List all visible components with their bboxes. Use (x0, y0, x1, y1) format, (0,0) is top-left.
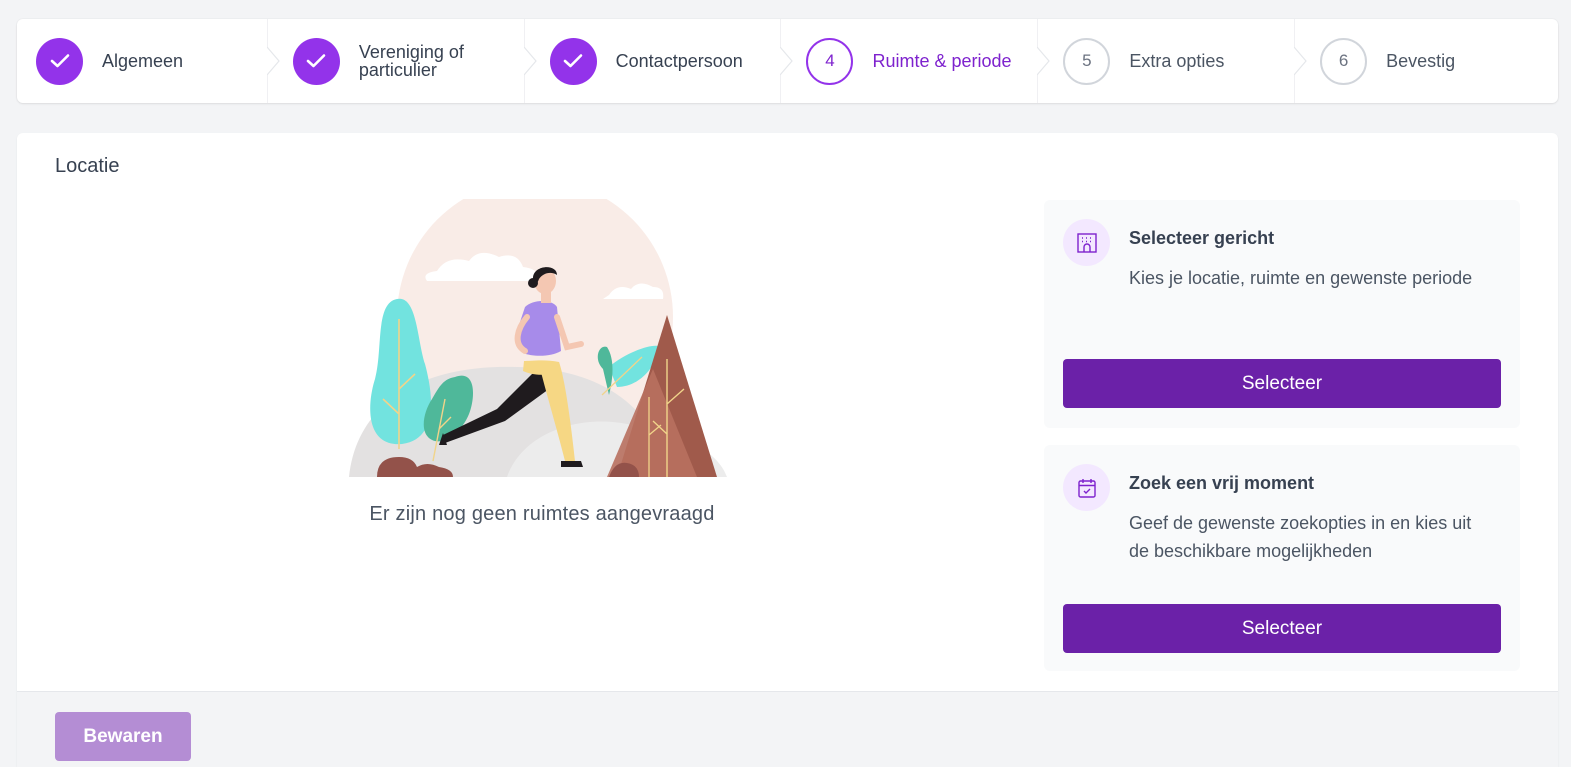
panel-title: Selecteer gericht (1129, 228, 1275, 248)
empty-state-illustration (349, 199, 727, 477)
select-direct-panel: Selecteer gericht Kies je locatie, ruimt… (1044, 200, 1520, 428)
calendar-check-icon (1063, 464, 1110, 511)
check-icon (292, 37, 340, 85)
card-title: Locatie (55, 155, 120, 177)
find-free-moment-panel: Zoek een vrij moment Geef de gewenste zo… (1044, 445, 1520, 671)
empty-state-text: Er zijn nog geen ruimtes aangevraagd (369, 503, 715, 525)
chevron-separator (266, 19, 280, 103)
step-contactpersoon[interactable]: Contactpersoon (531, 19, 794, 103)
chevron-separator (1294, 19, 1307, 103)
chevron-separator (523, 19, 537, 103)
panel-description: Kies je locatie, ruimte en gewenste peri… (1129, 268, 1473, 288)
step-label: Algemeen (102, 51, 184, 71)
wizard-stepper: Algemeen Vereniging of particulier Conta… (17, 19, 1558, 103)
step-vereniging[interactable]: Vereniging of particulier (274, 19, 537, 103)
location-card: Locatie Er zijn nog geen ruimtes aangevr (17, 133, 1558, 767)
step-number: 6 (1320, 37, 1368, 85)
chevron-separator (780, 19, 794, 103)
step-label: Ruimte & periode (872, 51, 1012, 71)
save-button[interactable]: Bewaren (55, 712, 191, 761)
step-label: Extra opties (1129, 51, 1225, 71)
step-number: 5 (1063, 37, 1111, 85)
building-icon (1063, 219, 1110, 266)
footer-bar: Bewaren (17, 691, 1558, 767)
step-label: Contactpersoon (615, 51, 743, 71)
step-number: 4 (806, 37, 854, 85)
panel-title: Zoek een vrij moment (1129, 473, 1315, 493)
step-label: Bevestig (1386, 51, 1456, 71)
check-icon (549, 37, 597, 85)
select-direct-button[interactable]: Selecteer (1063, 359, 1501, 408)
panel-description: Geef de gewenste zoekopties in en kies u… (1129, 513, 1472, 561)
step-bevestig[interactable]: 6 Bevestig (1301, 19, 1558, 103)
step-extra-opties[interactable]: 5 Extra opties (1044, 19, 1307, 103)
check-icon (36, 37, 83, 85)
step-label: Vereniging of particulier (358, 42, 464, 80)
step-ruimte-periode[interactable]: 4 Ruimte & periode (787, 19, 1051, 103)
step-algemeen[interactable]: Algemeen (17, 19, 280, 103)
chevron-separator (1037, 19, 1051, 103)
find-free-moment-button[interactable]: Selecteer (1063, 604, 1501, 653)
